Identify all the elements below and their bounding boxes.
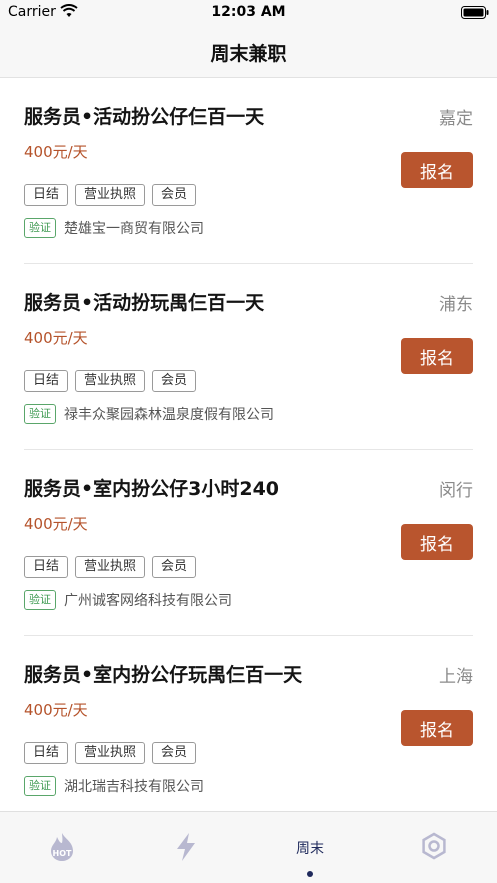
- job-location: 闵行: [439, 481, 473, 501]
- job-list[interactable]: 服务员•活动扮公仔仨百一天 嘉定 400元/天 报名 日结 营业执照 会员 验证…: [0, 78, 497, 822]
- job-tags: 日结 营业执照 会员: [24, 556, 197, 578]
- tag-business-license: 营业执照: [75, 370, 146, 392]
- job-salary: 400元/天: [24, 701, 88, 719]
- apply-button[interactable]: 报名: [401, 338, 473, 374]
- verified-badge: 验证: [24, 404, 56, 424]
- job-title: 服务员•室内扮公仔3小时240: [24, 478, 280, 500]
- job-salary: 400元/天: [24, 515, 88, 533]
- job-salary: 400元/天: [24, 329, 88, 347]
- company-row: 验证 禄丰众聚园森林温泉度假有限公司: [24, 404, 274, 424]
- tag-business-license: 营业执照: [75, 742, 146, 764]
- job-title: 服务员•活动扮公仔仨百一天: [24, 106, 265, 128]
- tab-bar: HOT 周末: [0, 811, 497, 883]
- navigation-bar: 周末兼职: [0, 26, 497, 78]
- apply-button[interactable]: 报名: [401, 524, 473, 560]
- job-title: 服务员•室内扮公仔玩禺仨百一天: [24, 664, 303, 686]
- tab-settings[interactable]: [372, 812, 496, 883]
- verified-badge: 验证: [24, 590, 56, 610]
- gear-hexagon-icon: [422, 832, 446, 860]
- job-card[interactable]: 服务员•活动扮玩禺仨百一天 浦东 400元/天 报名 日结 营业执照 会员 验证…: [24, 264, 473, 450]
- job-card[interactable]: 服务员•室内扮公仔3小时240 闵行 400元/天 报名 日结 营业执照 会员 …: [24, 450, 473, 636]
- apply-button[interactable]: 报名: [401, 710, 473, 746]
- verified-badge: 验证: [24, 776, 56, 796]
- job-location: 上海: [439, 667, 473, 687]
- tag-member: 会员: [152, 556, 197, 578]
- job-salary: 400元/天: [24, 143, 88, 161]
- tag-daily-pay: 日结: [24, 370, 69, 392]
- company-row: 验证 广州诚客网络科技有限公司: [24, 590, 232, 610]
- hot-flame-icon: HOT: [51, 833, 73, 861]
- company-row: 验证 湖北瑞吉科技有限公司: [24, 776, 204, 796]
- company-name: 湖北瑞吉科技有限公司: [64, 779, 204, 795]
- tab-weekend[interactable]: 周末: [248, 812, 372, 883]
- job-card[interactable]: 服务员•室内扮公仔玩禺仨百一天 上海 400元/天 报名 日结 营业执照 会员 …: [24, 636, 473, 822]
- apply-button[interactable]: 报名: [401, 152, 473, 188]
- tag-member: 会员: [152, 370, 197, 392]
- tag-daily-pay: 日结: [24, 184, 69, 206]
- tag-business-license: 营业执照: [75, 184, 146, 206]
- tag-daily-pay: 日结: [24, 742, 69, 764]
- job-tags: 日结 营业执照 会员: [24, 742, 197, 764]
- verified-badge: 验证: [24, 218, 56, 238]
- job-location: 浦东: [439, 295, 473, 315]
- company-name: 广州诚客网络科技有限公司: [64, 593, 232, 609]
- tag-member: 会员: [152, 742, 197, 764]
- company-name: 楚雄宝一商贸有限公司: [64, 221, 204, 237]
- tag-member: 会员: [152, 184, 197, 206]
- tab-quick[interactable]: [124, 812, 248, 883]
- status-bar: Carrier 12:03 AM: [0, 0, 497, 26]
- company-name: 禄丰众聚园森林温泉度假有限公司: [64, 407, 274, 423]
- tag-business-license: 营业执照: [75, 556, 146, 578]
- job-title: 服务员•活动扮玩禺仨百一天: [24, 292, 265, 314]
- page-title: 周末兼职: [210, 43, 287, 65]
- job-tags: 日结 营业执照 会员: [24, 184, 197, 206]
- active-indicator-dot: [307, 871, 313, 877]
- battery-icon: [461, 6, 489, 19]
- tab-weekend-label: 周末: [296, 841, 324, 857]
- job-card[interactable]: 服务员•活动扮公仔仨百一天 嘉定 400元/天 报名 日结 营业执照 会员 验证…: [24, 78, 473, 264]
- company-row: 验证 楚雄宝一商贸有限公司: [24, 218, 204, 238]
- job-location: 嘉定: [439, 109, 473, 129]
- tab-hot[interactable]: HOT: [0, 812, 124, 883]
- hot-badge-text: HOT: [53, 849, 72, 858]
- tag-daily-pay: 日结: [24, 556, 69, 578]
- lightning-icon: [177, 833, 195, 861]
- job-tags: 日结 营业执照 会员: [24, 370, 197, 392]
- status-time: 12:03 AM: [211, 4, 286, 20]
